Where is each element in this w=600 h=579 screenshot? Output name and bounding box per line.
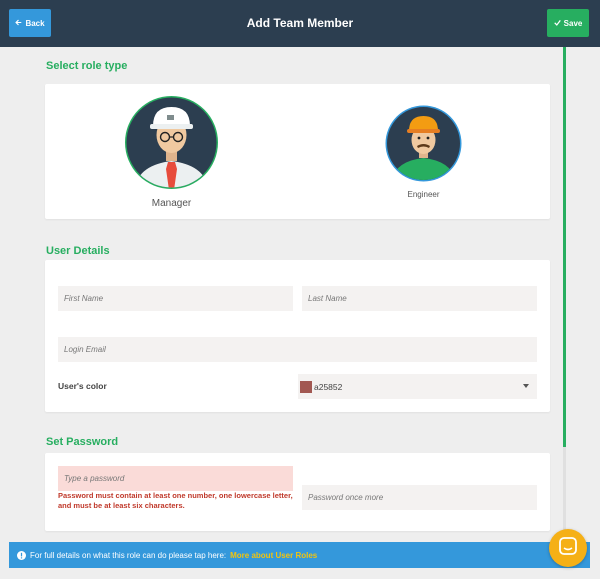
role-label-engineer: Engineer [407,190,440,199]
confirm-password-input[interactable]: Password once more [302,485,537,510]
user-color-label: User's color [58,381,107,391]
manager-avatar-icon [125,96,218,189]
password-input[interactable]: Type a password [58,466,293,491]
chat-launcher-button[interactable] [549,529,587,567]
arrow-left-icon [15,19,22,28]
scrollbar-thumb[interactable] [563,47,566,447]
role-info-bar[interactable]: For full details on what this role can d… [9,542,590,568]
save-label: Save [563,18,583,28]
user-color-select[interactable]: a25852 [298,374,537,399]
user-color-value: a25852 [314,381,343,392]
first-name-input[interactable]: First Name [58,286,293,311]
engineer-avatar-icon [385,105,462,182]
password-error-message: Password must contain at least one numbe… [58,491,293,510]
caret-down-icon [523,384,529,388]
role-option-manager[interactable]: Manager [124,95,219,209]
color-swatch [300,380,312,393]
page-title: Add Team Member [246,16,354,30]
role-section-title: Select role type [46,60,128,72]
role-option-engineer[interactable]: Engineer [385,105,462,199]
password-section-title: Set Password [46,436,119,448]
role-label-manager: Manager [151,198,192,209]
check-icon [553,19,561,28]
chat-icon [559,536,577,560]
back-label: Back [25,18,45,28]
info-icon [17,550,26,560]
info-text: For full details on what this role can d… [30,550,227,560]
save-button[interactable]: Save [547,9,589,37]
role-card: Manager Engineer [45,84,550,219]
user-roles-link[interactable]: More about User Roles [230,551,317,560]
user-details-title: User Details [46,245,110,257]
back-button[interactable]: Back [9,9,51,37]
last-name-input[interactable]: Last Name [302,286,537,311]
login-email-input[interactable]: Login Email [58,337,537,362]
